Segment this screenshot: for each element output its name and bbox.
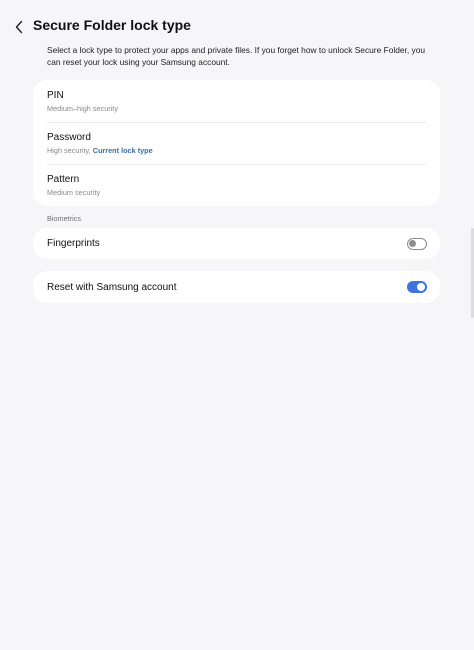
back-arrow-icon (15, 20, 23, 34)
toggle-knob (409, 239, 416, 247)
reset-samsung-account-label: Reset with Samsung account (47, 281, 177, 293)
toggle-knob (417, 283, 425, 291)
reset-samsung-account-row[interactable]: Reset with Samsung account (33, 271, 440, 303)
lock-option-title: Password (47, 132, 91, 143)
lock-type-description: Select a lock type to protect your apps … (47, 45, 426, 67)
lock-option-subtitle: Medium–high security (47, 104, 118, 113)
lock-option-title: Pattern (47, 174, 80, 185)
fingerprints-toggle[interactable] (407, 237, 427, 250)
lock-option-pattern[interactable]: Pattern Medium security (47, 164, 426, 206)
fingerprints-row[interactable]: Fingerprints (33, 228, 440, 259)
app-bar: Secure Folder lock type (0, 14, 474, 40)
page-title: Secure Folder lock type (33, 17, 191, 33)
fingerprints-label: Fingerprints (47, 238, 100, 249)
reset-samsung-account-toggle[interactable] (407, 281, 427, 293)
lock-option-password[interactable]: Password High security, Current lock typ… (47, 122, 426, 164)
lock-option-pin[interactable]: PIN Medium–high security (47, 80, 426, 122)
lock-option-title: PIN (47, 90, 64, 101)
lock-option-subtitle: High security, Current lock type (47, 146, 153, 155)
lock-option-subtitle: Medium security (47, 188, 101, 197)
back-button[interactable] (8, 14, 30, 40)
lock-type-list: PIN Medium–high security Password High s… (33, 80, 440, 206)
current-lock-type-label: Current lock type (92, 146, 153, 155)
biometrics-section-label: Biometrics (47, 214, 82, 223)
